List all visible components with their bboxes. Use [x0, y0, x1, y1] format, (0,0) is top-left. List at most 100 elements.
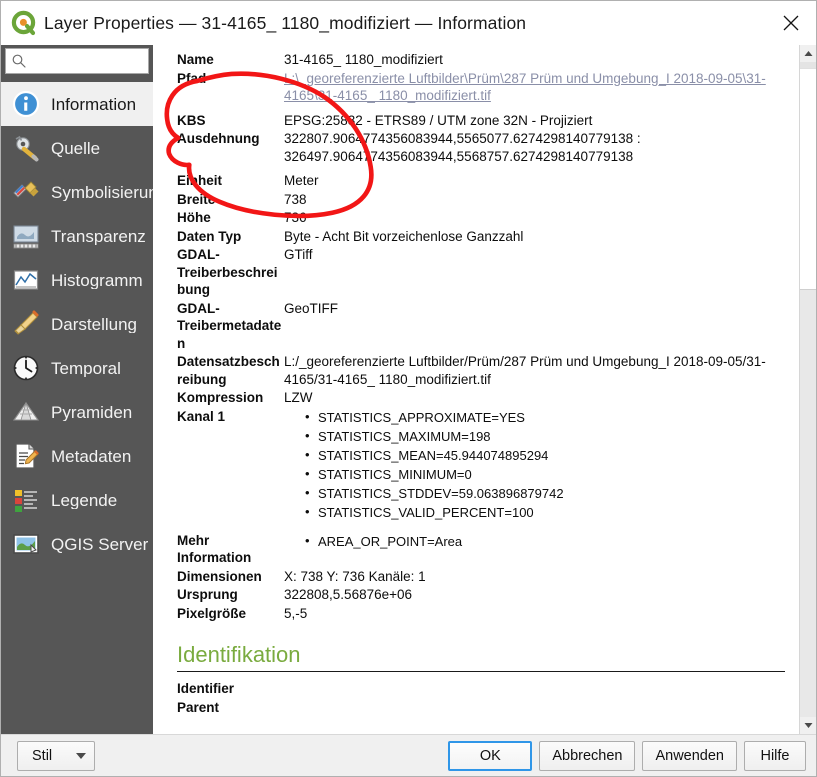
scroll-up-icon[interactable]: [800, 45, 816, 62]
section-divider: [177, 671, 785, 672]
more-information-values: AREA_OR_POINT=Area: [284, 523, 785, 568]
property-value: 738: [284, 191, 307, 207]
table-row: KBS EPSG:25832 - ETRS89 / UTM zone 32N -…: [177, 112, 785, 131]
transparency-icon: [11, 221, 41, 251]
property-key: Kanal 1: [177, 408, 226, 424]
property-key: Parent: [177, 699, 220, 715]
property-key: Höhe: [177, 210, 211, 225]
sidebar-item-label: Quelle: [51, 139, 101, 157]
property-value: 31-4165_ 1180_modifiziert: [284, 52, 443, 67]
property-value: 736: [284, 210, 307, 225]
property-value: L:/_georeferenzierte Luftbilder/Prüm/287…: [284, 354, 766, 387]
window-title: Layer Properties — 31-4165_ 1180_modifiz…: [44, 12, 527, 33]
list-item: STATISTICS_MAXIMUM=198: [305, 426, 785, 446]
metadata-icon: [11, 441, 41, 471]
dialog-button-bar: Stil OK Abbrechen Anwenden Hilfe: [1, 734, 816, 776]
sidebar-item-legende[interactable]: Legende: [1, 478, 153, 522]
ok-button[interactable]: OK: [448, 740, 533, 771]
sidebar-item-symbolisierung[interactable]: Symbolisierung: [1, 170, 153, 214]
source-icon: [11, 133, 41, 163]
property-key: GDAL-Treiberbeschreibung: [177, 247, 278, 297]
property-value: GTiff: [284, 247, 313, 262]
sidebar-item-label: Legende: [51, 491, 118, 509]
legend-icon: [11, 485, 41, 515]
scroll-down-icon[interactable]: [800, 717, 816, 734]
table-row: Identifier: [177, 680, 785, 699]
table-row: Ausdehnung 322807.9064774356083944,55650…: [177, 130, 785, 172]
qgis-logo-icon: [11, 10, 37, 36]
table-row: Höhe 736: [177, 209, 785, 228]
table-row: Pfad L:\_georeferenzierte Luftbilder\Prü…: [177, 70, 785, 112]
property-key: GDAL-Treibermetadaten: [177, 300, 282, 351]
property-key: Dimensionen: [177, 568, 262, 584]
cancel-button[interactable]: Abbrechen: [539, 740, 636, 771]
property-key: Einheit: [177, 173, 223, 188]
rendering-icon: [11, 309, 41, 339]
statistics-list: STATISTICS_APPROXIMATE=YES STATISTICS_MA…: [284, 407, 785, 522]
style-dropdown-button[interactable]: Stil: [17, 740, 95, 771]
table-row: GDAL-Treibermetadaten GeoTIFF: [177, 300, 785, 354]
pyramids-icon: [11, 397, 41, 427]
sidebar-item-label: Histogramm: [51, 271, 143, 289]
section-heading-identifikation: Identifikation: [177, 642, 301, 667]
scrollbar-track-lower[interactable]: [800, 290, 816, 717]
property-key: Mehr Information: [177, 532, 252, 566]
sidebar-item-quelle[interactable]: Quelle: [1, 126, 153, 170]
sidebar-item-pyramiden[interactable]: Pyramiden: [1, 390, 153, 434]
sidebar-item-label: QGIS Server: [51, 535, 149, 553]
help-button[interactable]: Hilfe: [744, 740, 806, 771]
list-item: STATISTICS_MEAN=45.944074895294: [305, 445, 785, 465]
search-icon: [11, 53, 27, 69]
content-wrapper: Name 31-4165_ 1180_modifiziert Pfad L:\_…: [153, 45, 816, 734]
apply-button[interactable]: Anwenden: [642, 740, 737, 771]
property-value: X: 738 Y: 736 Kanäle: 1: [284, 568, 426, 584]
table-row: Breite 738: [177, 191, 785, 210]
sidebar-item-temporal[interactable]: Temporal: [1, 346, 153, 390]
close-window-button[interactable]: [766, 1, 816, 45]
list-item: STATISTICS_STDDEV=59.063896879742: [305, 483, 785, 503]
property-value: 322807.9064774356083944,5565077.62742981…: [284, 131, 641, 164]
more-information-list: AREA_OR_POINT=Area: [284, 531, 785, 551]
properties-table: Name 31-4165_ 1180_modifiziert Pfad L:\_…: [177, 51, 785, 623]
property-key: Daten Typ: [177, 228, 242, 244]
sidebar-search-wrap: [1, 45, 153, 78]
table-row-band: Kanal 1 STATISTICS_APPROXIMATE=YES STATI…: [177, 407, 785, 523]
list-item: AREA_OR_POINT=Area: [305, 531, 785, 551]
search-input[interactable]: [27, 53, 143, 69]
property-value: LZW: [284, 390, 313, 405]
style-button-label: Stil: [32, 747, 53, 764]
property-key: Ausdehnung: [177, 131, 260, 146]
table-row: Pixelgröße 5,-5: [177, 605, 785, 624]
sidebar-item-label: Transparenz: [51, 227, 146, 245]
property-key: Breite: [177, 191, 216, 207]
property-value-path-link[interactable]: L:\_georeferenzierte Luftbilder\Prüm\287…: [284, 70, 785, 112]
table-row: Parent: [177, 699, 785, 718]
sidebar-nav-list: Information Quelle Symbolisieru Transpar…: [1, 78, 153, 734]
sidebar-item-metadaten[interactable]: Metadaten: [1, 434, 153, 478]
sidebar-item-label: Symbolisierung: [51, 183, 153, 201]
identification-table: Identifier Parent: [177, 680, 785, 717]
list-item: STATISTICS_VALID_PERCENT=100: [305, 502, 785, 522]
list-item: STATISTICS_MINIMUM=0: [305, 464, 785, 484]
table-row: Ursprung 322808,5.56876e+06: [177, 586, 785, 605]
histogram-icon: [11, 265, 41, 295]
search-box[interactable]: [5, 48, 149, 74]
vertical-scrollbar[interactable]: [799, 45, 816, 734]
sidebar-item-label: Darstellung: [51, 315, 137, 333]
sidebar-item-histogramm[interactable]: Histogramm: [1, 258, 153, 302]
sidebar-item-transparenz[interactable]: Transparenz: [1, 214, 153, 258]
property-key: Identifier: [177, 681, 235, 696]
table-row-more: Mehr Information AREA_OR_POINT=Area: [177, 523, 785, 568]
scrollbar-thumb[interactable]: [800, 68, 816, 290]
property-value: [284, 680, 785, 699]
property-value: 5,-5: [284, 605, 308, 621]
title-bar: Layer Properties — 31-4165_ 1180_modifiz…: [1, 1, 816, 45]
sidebar-item-information[interactable]: Information: [1, 82, 153, 126]
clock-icon: [11, 353, 41, 383]
sidebar-item-darstellung[interactable]: Darstellung: [1, 302, 153, 346]
property-value: Meter: [284, 173, 319, 188]
dialog-body: Information Quelle Symbolisieru Transpar…: [1, 45, 816, 734]
band-statistics: STATISTICS_APPROXIMATE=YES STATISTICS_MA…: [284, 407, 785, 523]
sidebar-item-qgis-server[interactable]: QGIS Server: [1, 522, 153, 566]
table-row: GDAL-Treiberbeschreibung GTiff: [177, 246, 785, 300]
